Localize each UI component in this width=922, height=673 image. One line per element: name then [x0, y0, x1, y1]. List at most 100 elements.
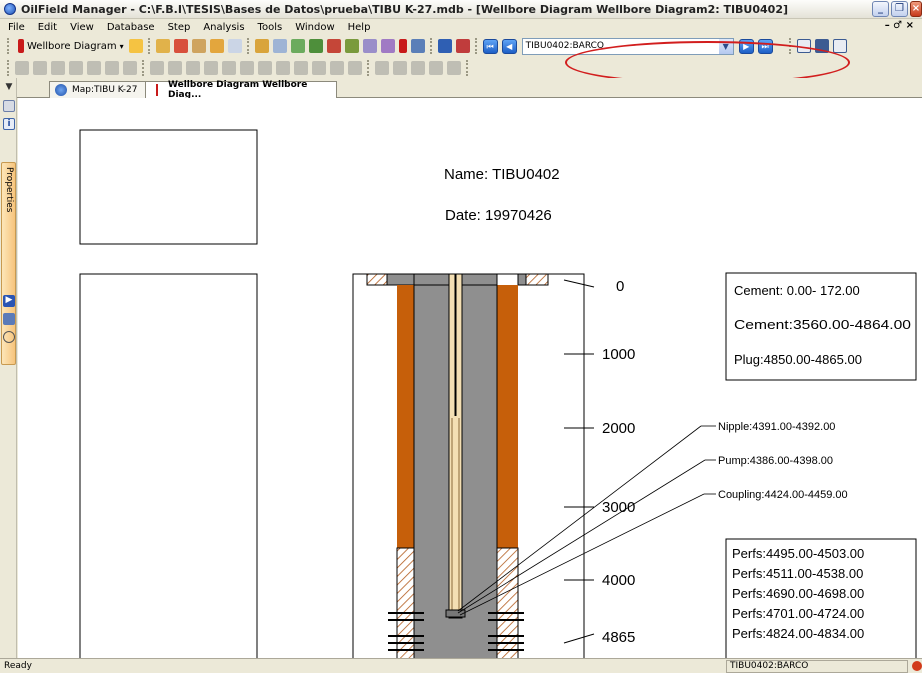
windows-icon[interactable] [3, 313, 15, 325]
tab-wellbore-label: Wellbore Diagram Wellbore Diag... [168, 80, 308, 100]
filter-icon[interactable] [410, 39, 425, 53]
depth-label: 4000 [602, 572, 635, 589]
well-selector-combo[interactable]: TIBU0402:BARCO ▼ [521, 37, 734, 55]
previous-record-button[interactable]: ◀ [501, 38, 517, 54]
copy-icon[interactable] [3, 100, 15, 112]
filter-icon[interactable]: ▼ [3, 82, 15, 94]
form-view-icon[interactable] [796, 39, 811, 53]
info-icon[interactable]: i [3, 118, 15, 130]
menu-bar: File Edit View Database Step Analysis To… [0, 19, 922, 35]
arrow-up-icon[interactable] [393, 60, 407, 75]
profile-icon[interactable] [375, 60, 389, 75]
lines-icon[interactable] [240, 60, 254, 75]
folder-open-icon[interactable] [128, 39, 143, 53]
grid-icon[interactable] [272, 39, 287, 53]
column-icon[interactable] [411, 60, 425, 75]
tab-map-label: Map:TIBU K-27 [72, 85, 138, 95]
zoom-icon[interactable] [51, 60, 65, 75]
menu-help[interactable]: Help [348, 22, 371, 33]
status-text: Ready [4, 661, 32, 671]
document-tabs: Map:TIBU K-27 Wellbore Diagram Wellbore … [17, 78, 922, 100]
layer-icon[interactable] [168, 60, 182, 75]
perfs-line: Perfs:4690.00-4698.00 [732, 586, 864, 601]
status-well-pane: TIBU0402:BARCO [726, 660, 908, 673]
tower-icon[interactable] [276, 60, 290, 75]
view-selector-dropdown[interactable]: Wellbore Diagram ▾ [13, 37, 127, 55]
perfs-line: Perfs:4511.00-4538.00 [732, 566, 863, 581]
menu-view[interactable]: View [70, 22, 94, 33]
scatter-icon[interactable] [290, 39, 305, 53]
clear-filter-icon[interactable] [455, 39, 470, 53]
first-record-button[interactable]: ⏮ [482, 38, 498, 54]
people-icon[interactable] [209, 39, 224, 53]
toolbar-grip[interactable] [246, 38, 250, 54]
pump-icon[interactable] [294, 60, 308, 75]
toolbar-grip[interactable] [788, 38, 792, 54]
error-icon[interactable] [912, 661, 922, 671]
brush-icon[interactable] [33, 60, 47, 75]
pen-icon[interactable] [155, 39, 170, 53]
menu-analysis[interactable]: Analysis [203, 22, 244, 33]
chart-icon[interactable] [173, 39, 188, 53]
brace-icon[interactable] [348, 60, 362, 75]
sum-icon[interactable] [437, 39, 452, 53]
tab-map[interactable]: Map:TIBU K-27 [49, 81, 149, 98]
menu-window[interactable]: Window [295, 22, 334, 33]
wellbore-tool-icon[interactable] [398, 39, 407, 53]
layers-icon[interactable] [186, 60, 200, 75]
last-record-button[interactable]: ⏭ [757, 38, 773, 54]
stack-icon[interactable] [204, 60, 218, 75]
toolbar-grip[interactable] [367, 59, 370, 76]
nipple-label: Nipple:4391.00-4392.00 [718, 421, 835, 433]
map-icon[interactable] [308, 39, 323, 53]
pointer-icon[interactable] [15, 60, 29, 75]
toolbar-grip[interactable] [466, 59, 469, 76]
map-icon [55, 84, 67, 96]
next-record-button[interactable]: ▶ [738, 38, 754, 54]
toolbar-grip[interactable] [142, 59, 145, 76]
grid-view-icon[interactable] [814, 39, 829, 53]
tab-wellbore-diagram[interactable]: Wellbore Diagram Wellbore Diag... [145, 80, 337, 100]
mdi-controls[interactable]: – ♂ × [885, 20, 914, 31]
table-icon[interactable] [362, 39, 377, 53]
menu-file[interactable]: File [8, 22, 25, 33]
doc-icon[interactable] [150, 60, 164, 75]
block-icon[interactable] [447, 60, 461, 75]
view-selector-label: Wellbore Diagram [27, 40, 117, 52]
check-icon[interactable] [330, 60, 344, 75]
print-icon[interactable] [222, 60, 236, 75]
bars-icon[interactable] [344, 39, 359, 53]
paint-icon[interactable] [123, 60, 137, 75]
minimize-button[interactable]: _ [872, 1, 889, 17]
well-date-text: Date: 19970426 [445, 207, 552, 224]
plot-icon[interactable] [254, 39, 269, 53]
anchor-icon[interactable] [258, 60, 272, 75]
grid-tool-icon[interactable] [69, 60, 83, 75]
toolbar-grip[interactable] [474, 38, 478, 54]
page-icon[interactable] [227, 39, 242, 53]
surface-cement-left [366, 273, 388, 286]
toolbar-grip[interactable] [429, 38, 433, 54]
histogram-icon[interactable] [380, 39, 395, 53]
menu-edit[interactable]: Edit [38, 22, 57, 33]
menu-tools[interactable]: Tools [258, 22, 283, 33]
split-icon[interactable] [429, 60, 443, 75]
table-view-icon[interactable] [832, 39, 847, 53]
menu-step[interactable]: Step [168, 22, 191, 33]
pencil-icon[interactable] [191, 39, 206, 53]
gauge-icon[interactable] [3, 331, 15, 343]
pie-icon[interactable] [326, 39, 341, 53]
toolbar-grip[interactable] [147, 38, 151, 54]
rig-icon[interactable] [312, 60, 326, 75]
hash-icon[interactable] [87, 60, 101, 75]
menu-database[interactable]: Database [107, 22, 155, 33]
palette-icon[interactable] [105, 60, 119, 75]
close-button[interactable]: × [910, 1, 922, 17]
restore-button[interactable]: ❐ [891, 1, 908, 17]
toolbar-grip[interactable] [7, 38, 10, 54]
toolbar-grip[interactable] [7, 59, 10, 76]
play-icon[interactable]: ▶ [3, 295, 15, 307]
depth-label: 0 [616, 278, 624, 295]
chevron-down-icon[interactable]: ▼ [718, 38, 733, 54]
well-selector-value: TIBU0402:BARCO [525, 41, 605, 51]
